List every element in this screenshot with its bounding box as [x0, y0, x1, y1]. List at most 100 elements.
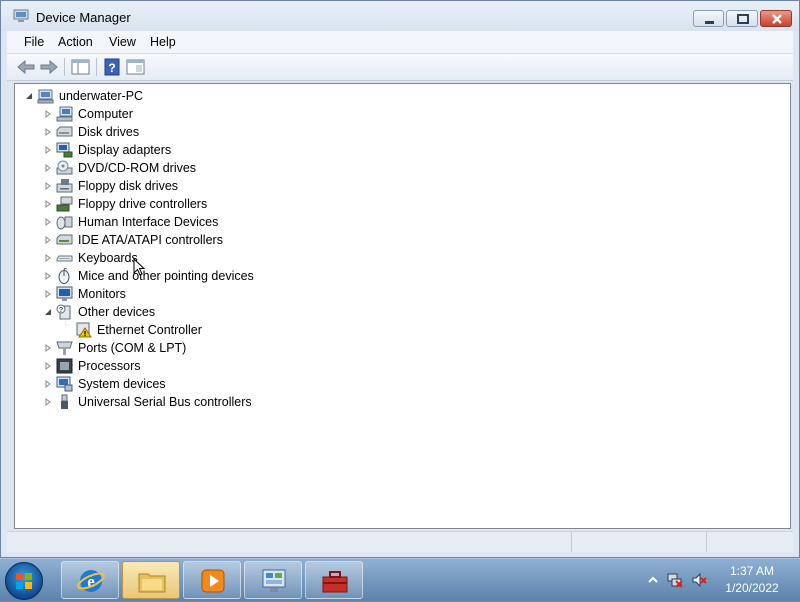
status-panel	[571, 532, 707, 552]
tree-node-label: Disk drives	[78, 125, 140, 139]
device-manager-icon	[13, 9, 29, 22]
menu-action[interactable]: Action	[53, 34, 98, 50]
processor-icon	[56, 358, 73, 374]
computer-icon	[56, 106, 73, 122]
tree-node-human-interface-devices[interactable]: Human Interface Devices	[44, 213, 344, 231]
menu-view[interactable]: View	[104, 34, 141, 50]
expand-arrow-icon[interactable]	[44, 110, 52, 118]
start-button[interactable]	[5, 562, 43, 600]
tree-node-label: Universal Serial Bus controllers	[78, 395, 252, 409]
minimize-button[interactable]	[693, 10, 724, 27]
hid-icon	[56, 216, 73, 230]
help-icon[interactable]: ?	[102, 57, 124, 77]
toolbox-icon	[322, 571, 348, 593]
tree-node-monitors[interactable]: Monitors	[44, 285, 344, 303]
clock-time: 1:37 AM	[729, 564, 775, 578]
tree-node-ethernet-controller[interactable]: Ethernet Controller	[63, 321, 363, 339]
taskbar-clock[interactable]: 1:37 AM 1/20/2022	[720, 563, 784, 597]
monitor-icon	[56, 286, 73, 301]
tree-node-usb-controllers[interactable]: Universal Serial Bus controllers	[44, 393, 344, 411]
taskbar-file-explorer[interactable]	[122, 561, 180, 599]
taskbar-media-player[interactable]	[183, 561, 241, 599]
volume-muted-icon[interactable]	[691, 572, 707, 588]
device-tree[interactable]: underwater-PC Computer Disk drives Displ…	[14, 83, 791, 529]
tree-node-label: Keyboards	[78, 251, 138, 265]
tree-node-computer[interactable]: Computer	[44, 105, 344, 123]
tree-node-label: Computer	[78, 107, 133, 121]
expand-arrow-icon[interactable]	[44, 146, 52, 154]
show-hidden-icons-icon[interactable]	[645, 572, 661, 588]
ide-controller-icon	[56, 234, 73, 245]
maximize-button[interactable]	[726, 10, 758, 27]
taskbar-internet-explorer[interactable]: e	[61, 561, 119, 599]
tree-root[interactable]: underwater-PC	[25, 87, 225, 105]
toolbar: ?	[7, 54, 793, 81]
taskbar-toolbox[interactable]	[305, 561, 363, 599]
collapse-arrow-icon[interactable]	[25, 92, 33, 100]
forward-arrow-icon[interactable]	[38, 57, 60, 77]
expand-arrow-icon[interactable]	[44, 164, 52, 172]
taskbar: e 1:37 AM 1/20/2022	[0, 558, 800, 601]
menu-help[interactable]: Help	[145, 34, 181, 50]
device-manager-window: Device Manager File Action View Help ? u…	[0, 0, 800, 558]
collapse-arrow-icon[interactable]	[44, 308, 52, 316]
expand-arrow-icon[interactable]	[44, 254, 52, 262]
media-player-icon	[201, 569, 225, 593]
tree-node-keyboards[interactable]: Keyboards	[44, 249, 344, 267]
close-button[interactable]	[760, 10, 792, 27]
port-icon	[56, 341, 73, 355]
tree-node-label: Other devices	[78, 305, 156, 319]
tree-node-disk-drives[interactable]: Disk drives	[44, 123, 344, 141]
toolbar-separator	[96, 58, 97, 76]
expand-arrow-icon[interactable]	[44, 182, 52, 190]
tree-node-label: IDE ATA/ATAPI controllers	[78, 233, 223, 247]
expand-arrow-icon[interactable]	[44, 272, 52, 280]
status-panel	[706, 532, 793, 552]
floppy-controller-icon	[56, 196, 73, 212]
tree-node-floppy-drive-controllers[interactable]: Floppy drive controllers	[44, 195, 344, 213]
expand-arrow-icon[interactable]	[44, 236, 52, 244]
tree-node-ports[interactable]: Ports (COM & LPT)	[44, 339, 344, 357]
tree-node-label: Ethernet Controller	[97, 323, 202, 337]
tree-node-dvd-cdrom-drives[interactable]: DVD/CD-ROM drives	[44, 159, 344, 177]
dvd-drive-icon	[56, 160, 73, 175]
mouse-icon	[58, 268, 70, 284]
expand-arrow-icon[interactable]	[44, 380, 52, 388]
window-title: Device Manager	[36, 10, 131, 25]
expand-arrow-icon[interactable]	[44, 362, 52, 370]
tree-node-label: DVD/CD-ROM drives	[78, 161, 197, 175]
tree-node-ide-controllers[interactable]: IDE ATA/ATAPI controllers	[44, 231, 344, 249]
tree-node-other-devices[interactable]: ? Other devices	[44, 303, 344, 321]
windows-logo-icon	[16, 573, 32, 589]
menu-file[interactable]: File	[19, 34, 49, 50]
tree-node-mice[interactable]: Mice and other pointing devices	[44, 267, 344, 285]
back-arrow-icon[interactable]	[15, 57, 37, 77]
title-bar[interactable]: Device Manager	[1, 1, 799, 31]
tree-node-label: Human Interface Devices	[78, 215, 219, 229]
tree-node-display-adapters[interactable]: Display adapters	[44, 141, 344, 159]
tree-node-label: Floppy disk drives	[78, 179, 179, 193]
toolbar-separator	[64, 58, 65, 76]
tree-node-processors[interactable]: Processors	[44, 357, 344, 375]
expand-arrow-icon[interactable]	[44, 344, 52, 352]
usb-icon	[61, 394, 68, 409]
svg-text:?: ?	[108, 61, 115, 75]
tree-node-floppy-disk-drives[interactable]: Floppy disk drives	[44, 177, 344, 195]
unknown-device-icon: ?	[56, 304, 71, 320]
show-action-pane-icon[interactable]	[125, 57, 147, 77]
file-explorer-icon	[138, 573, 166, 593]
network-disconnected-icon[interactable]	[667, 572, 683, 588]
expand-arrow-icon[interactable]	[44, 128, 52, 136]
show-hide-console-tree-icon[interactable]	[70, 57, 92, 77]
status-bar	[7, 531, 793, 552]
floppy-drive-icon	[56, 179, 73, 193]
taskbar-control-panel[interactable]	[244, 561, 302, 599]
expand-arrow-icon[interactable]	[44, 218, 52, 226]
computer-root-icon	[37, 89, 54, 104]
svg-text:?: ?	[59, 307, 63, 314]
tree-node-system-devices[interactable]: System devices	[44, 375, 344, 393]
expand-arrow-icon[interactable]	[44, 290, 52, 298]
tree-node-label: Monitors	[78, 287, 126, 301]
expand-arrow-icon[interactable]	[44, 398, 52, 406]
expand-arrow-icon[interactable]	[44, 200, 52, 208]
